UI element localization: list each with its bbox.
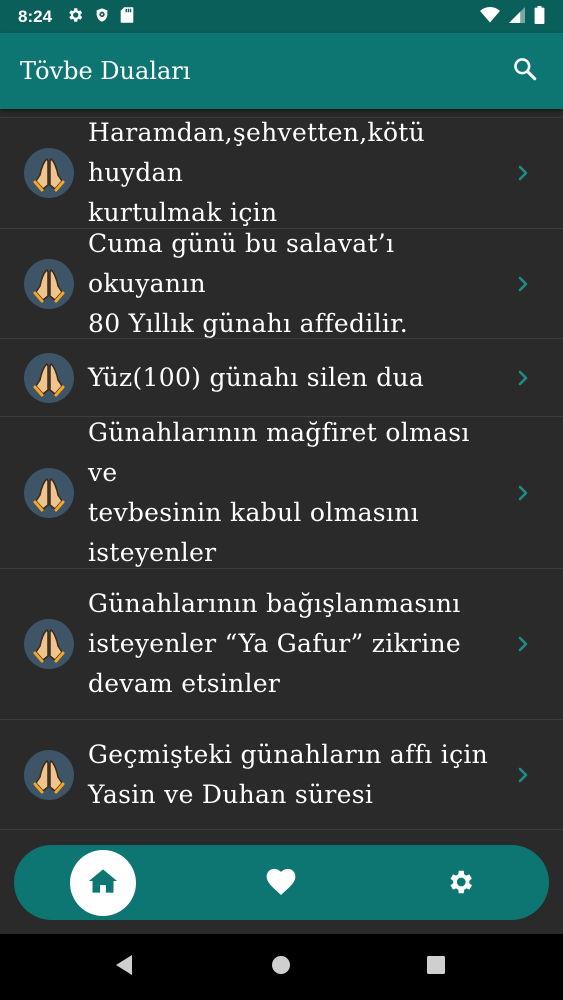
praying-hands-icon (24, 148, 74, 198)
bottom-nav (14, 845, 549, 920)
battery-icon (534, 5, 545, 28)
sd-card-icon (120, 6, 134, 28)
chevron-right-icon (513, 484, 533, 502)
recents-square-icon (426, 955, 446, 979)
praying-hands-icon (24, 467, 74, 518)
list-item-title-line: Günahlarının mağfiret olması ve (88, 417, 470, 487)
chevron-right-icon (513, 275, 533, 293)
home-nav-button[interactable] (270, 956, 292, 978)
chevron-right-icon (513, 164, 533, 182)
list-item-title-line: isteyenler “Ya Gafur” zikrine (88, 629, 462, 658)
list-item-title-line: Haramdan,şehvetten,kötü huydan (88, 118, 426, 187)
chevron-right-icon (513, 635, 533, 653)
system-nav-bar (0, 934, 563, 1000)
list-item-title-line: isteyenler (88, 537, 217, 567)
praying-hands-icon (24, 749, 74, 800)
list-item-title-line: tevbesinin kabul olmasını (88, 497, 419, 527)
praying-hands-icon (24, 619, 74, 669)
app-bar: Tövbe Duaları (0, 33, 563, 109)
list-item-title: Geçmişteki günahların affı için Yasin ve … (88, 735, 503, 815)
status-right-icons (480, 5, 545, 28)
chevron-right-icon (513, 369, 533, 387)
wifi-icon (480, 6, 500, 27)
list-item-title-line: Yüz(100) günahı silen dua (88, 362, 425, 392)
list-item-title: Günahlarının bağışlanmasını isteyenler “Y… (88, 584, 503, 704)
list-item[interactable]: Haramdan,şehvetten,kötü huydan kurtulmak … (0, 118, 563, 229)
dua-list: Haramdan,şehvetten,kötü huydan kurtulmak … (0, 117, 563, 830)
recents-button[interactable] (425, 956, 447, 978)
list-item-title-line: 80 Yıllık günahı affedilir. (88, 308, 408, 338)
list-item-title-line: Cuma günü bu salavat’ı okuyanın (88, 228, 395, 298)
status-bar: 8:24 (0, 0, 563, 33)
app-title: Tövbe Duaları (20, 57, 191, 85)
list-item-title-line: devam etsinler (88, 669, 281, 698)
list-item-title: Yüz(100) günahı silen dua (88, 358, 503, 398)
dua-list-rows: Haramdan,şehvetten,kötü huydan kurtulmak … (0, 118, 563, 830)
home-icon (89, 868, 117, 898)
list-item[interactable]: Geçmişteki günahların affı için Yasin ve … (0, 720, 563, 830)
praying-hands-icon (24, 352, 74, 403)
cell-signal-icon (509, 6, 525, 27)
list-item-title: Günahlarının mağfiret olması ve tevbesini… (88, 413, 503, 573)
list-item-title-line: Geçmişteki günahların affı için (88, 739, 489, 769)
nav-settings-button[interactable] (440, 864, 480, 904)
list-item-title-line: Günahlarının bağışlanmasını (88, 589, 461, 618)
status-left-icons (66, 6, 134, 28)
heart-icon (266, 868, 296, 900)
list-item[interactable]: Cuma günü bu salavat’ı okuyanın 80 Yıllık… (0, 229, 563, 339)
gear-icon (66, 6, 84, 28)
back-triangle-icon (114, 954, 134, 980)
nav-favorites-button[interactable] (261, 864, 301, 904)
list-item-title: Haramdan,şehvetten,kötü huydan kurtulmak … (88, 113, 503, 233)
search-button[interactable] (507, 53, 543, 89)
back-button[interactable] (112, 955, 136, 979)
nav-home-button[interactable] (70, 850, 136, 916)
home-circle-icon (271, 955, 291, 979)
list-item[interactable]: Günahlarının mağfiret olması ve tevbesini… (0, 417, 563, 569)
status-time: 8:24 (18, 6, 53, 26)
search-icon (512, 56, 538, 86)
praying-hands-icon (24, 258, 74, 309)
list-item-title: Cuma günü bu salavat’ı okuyanın 80 Yıllık… (88, 224, 503, 344)
shield-icon (94, 6, 110, 28)
list-item[interactable]: Günahlarının bağışlanmasını isteyenler “Y… (0, 569, 563, 720)
list-item-title-line: Yasin ve Duhan süresi (88, 779, 374, 809)
settings-icon (445, 867, 475, 901)
chevron-right-icon (513, 766, 533, 784)
list-item[interactable]: Yüz(100) günahı silen dua (0, 339, 563, 417)
